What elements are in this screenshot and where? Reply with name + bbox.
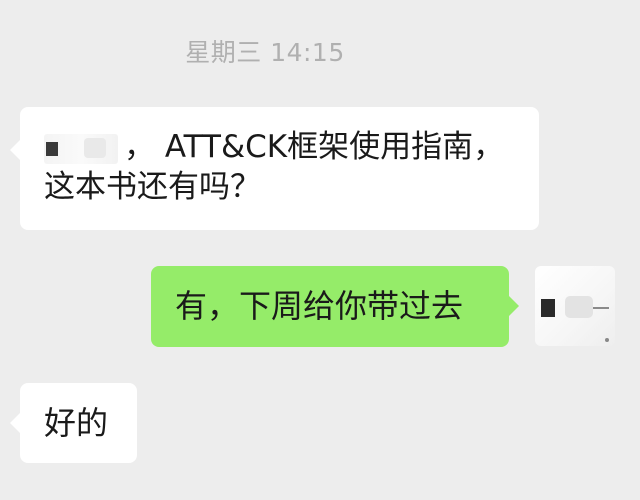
avatar-blur-mark — [541, 299, 555, 317]
outgoing-message-bubble[interactable]: 有，下周给你带过去 — [151, 266, 519, 347]
message-timestamp: 星期三 14:15 — [185, 38, 345, 67]
incoming-message-bubble[interactable]: ， ATT&CK框架使用指南， 这本书还有吗？ — [10, 107, 539, 230]
message-text: ， ATT&CK框架使用指南， — [124, 129, 505, 165]
user-avatar[interactable] — [535, 266, 615, 346]
redacted-name — [44, 133, 118, 164]
avatar-blur-mark — [605, 338, 609, 342]
avatar-blur-mark — [565, 296, 593, 318]
message-text: 好的 — [44, 404, 109, 442]
message-text: 有，下周给你带过去 — [175, 287, 464, 325]
message-line: ， ATT&CK框架使用指南， — [44, 127, 517, 167]
incoming-message-bubble[interactable]: 好的 — [10, 383, 137, 463]
message-text: 这本书还有吗？ — [44, 169, 261, 205]
avatar-blur-mark — [593, 307, 609, 309]
